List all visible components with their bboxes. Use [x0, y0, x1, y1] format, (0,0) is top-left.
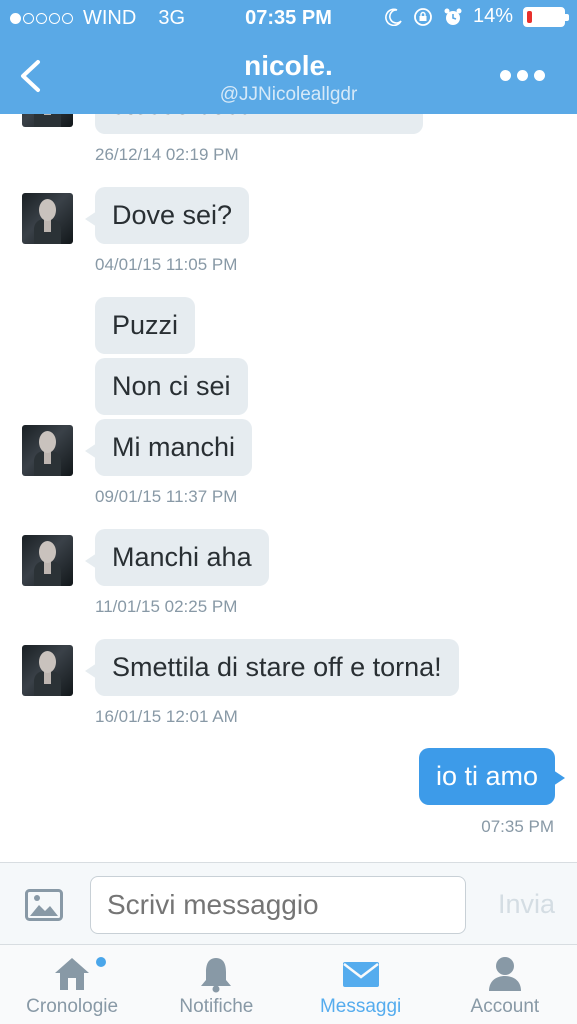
- conversation-title: nicole.: [244, 50, 333, 81]
- status-bar: WIND 3G 07:35 PM 14%: [0, 0, 577, 38]
- avatar[interactable]: [22, 645, 73, 696]
- message-bubble-incoming: Manchi aha: [85, 529, 269, 586]
- message-bubble-incoming: Mi manchi: [84, 419, 253, 476]
- message-bubble-incoming: Dove sei?: [84, 187, 250, 244]
- user-icon: [488, 957, 521, 991]
- rotation-lock-icon: [414, 7, 432, 26]
- avatar[interactable]: [22, 114, 73, 127]
- avatar[interactable]: [22, 425, 73, 476]
- tab-label: Account: [470, 996, 540, 1017]
- moon-icon: [385, 8, 402, 26]
- tab-label: Messaggi: [319, 996, 402, 1017]
- avatar[interactable]: [22, 535, 73, 586]
- message-timestamp: 04/01/15 11:05 PM: [95, 255, 238, 274]
- message-bubble-incoming: Puzzi: [95, 297, 196, 354]
- battery-percent: 14%: [472, 5, 513, 27]
- tab-label: Notifiche: [179, 996, 254, 1017]
- tab-label: Cronologie: [26, 996, 119, 1017]
- message-composer: Invia: [0, 862, 577, 945]
- message-timestamp: 07:35 PM: [481, 817, 554, 836]
- message-bubble-incoming: Smettila di stare off e torna!: [85, 639, 459, 696]
- message-input[interactable]: [90, 876, 466, 934]
- conversation-handle: @JJNicoleallgdr: [219, 84, 358, 105]
- tab-messaggi[interactable]: Messaggi: [289, 945, 433, 1024]
- message-bubble-partial: stesso cosa?: [95, 114, 423, 134]
- photo-icon[interactable]: [25, 889, 63, 921]
- home-icon: [55, 958, 90, 990]
- more-options-icon[interactable]: [500, 70, 545, 81]
- envelope-icon: [342, 962, 379, 987]
- conversation-thread[interactable]: stesso cosa? 26/12/14 02:19 PM Dove sei?…: [0, 114, 577, 862]
- send-button[interactable]: Invia: [498, 889, 555, 920]
- tab-notifiche[interactable]: Notifiche: [144, 945, 288, 1024]
- message-bubble-incoming: Non ci sei: [95, 358, 248, 415]
- tab-bar: Cronologie Notifiche Messaggi Account: [0, 945, 577, 1024]
- header-bar: WIND 3G 07:35 PM 14% nicole. @JJNicoleal…: [0, 0, 577, 114]
- avatar[interactable]: [22, 193, 73, 244]
- status-right: 14%: [385, 5, 569, 28]
- message-timestamp: 09/01/15 11:37 PM: [95, 487, 238, 506]
- tab-cronologie[interactable]: Cronologie: [0, 945, 144, 1024]
- alarm-icon: [444, 8, 462, 25]
- message-timestamp: 16/01/15 12:01 AM: [95, 707, 238, 726]
- message-bubble-outgoing: io ti amo: [418, 748, 566, 805]
- message-timestamp: 11/01/15 02:25 PM: [95, 597, 238, 616]
- battery-level: [527, 10, 532, 23]
- notification-dot: [96, 957, 106, 967]
- tab-account[interactable]: Account: [433, 945, 577, 1024]
- message-timestamp: 26/12/14 02:19 PM: [95, 145, 239, 164]
- battery-icon: [523, 6, 569, 27]
- bell-icon: [201, 958, 232, 993]
